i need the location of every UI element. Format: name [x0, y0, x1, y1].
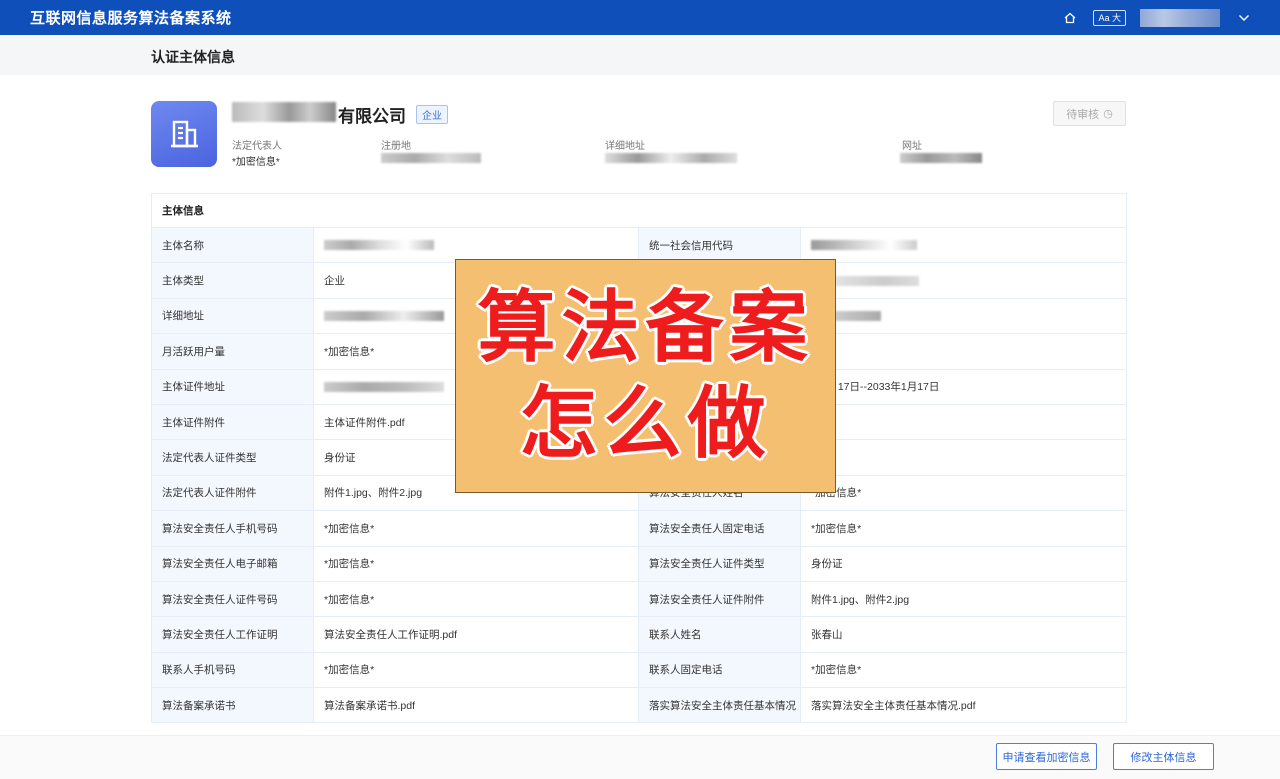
field-label: 算法安全责任人手机号码 — [151, 510, 314, 547]
field-label: 算法安全责任人电子邮箱 — [151, 545, 314, 582]
table-row: 算法安全责任人手机号码 *加密信息* 算法安全责任人固定电话 *加密信息* — [151, 510, 1127, 547]
field-value: *加密信息* — [313, 545, 639, 582]
field-label: 算法安全责任人证件号码 — [151, 580, 314, 618]
overlay-line-1: 算法备案 — [477, 283, 814, 373]
field-value — [313, 226, 639, 264]
field-value: *加密信息* — [800, 474, 1127, 512]
table-row: 联系人手机号码 *加密信息* 联系人固定电话 *加密信息* — [151, 651, 1127, 689]
field-value: 年1月17日--2033年1月17日 — [800, 368, 1127, 405]
field-label: 主体类型 — [151, 262, 314, 299]
section-title: 主体信息 — [151, 193, 1127, 228]
field-label: 法定代表人证件附件 — [151, 474, 314, 512]
overlay-banner: 算法备案 怎么做 — [455, 259, 836, 493]
top-bar: 互联网信息服务算法备案系统 Aa 大 — [0, 0, 1280, 35]
field-label: 算法安全责任人证件类型 — [638, 545, 801, 582]
entity-type-badge: 企业 — [416, 105, 448, 124]
field-value: 信息* — [800, 403, 1127, 441]
page-title: 认证主体信息 — [151, 49, 235, 65]
font-size-button[interactable]: Aa 大 — [1093, 9, 1126, 26]
field-label: 算法安全责任人工作证明 — [151, 616, 314, 653]
field-value: *加密信息* — [800, 651, 1127, 689]
field-label: 详细地址 — [151, 297, 314, 335]
field-value: *加密信息* — [313, 510, 639, 547]
address-label: 详细地址 — [605, 141, 645, 152]
edit-entity-button[interactable]: 修改主体信息 — [1113, 743, 1214, 770]
clock-icon: ◷ — [1103, 108, 1113, 120]
field-value: 信息* — [800, 439, 1127, 476]
website-label: 网址 — [902, 141, 922, 152]
company-name-blurred — [232, 102, 336, 122]
overlay-line-2: 怎么做 — [519, 379, 772, 469]
field-label: 主体证件地址 — [151, 368, 314, 405]
field-value: 执照 — [800, 333, 1127, 370]
registered-place-label: 注册地 — [381, 141, 411, 152]
blurred-value — [324, 381, 444, 392]
field-value: *加密信息* — [800, 510, 1127, 547]
page-header: 认证主体信息 — [0, 35, 1280, 75]
table-row: 算法安全责任人证件号码 *加密信息* 算法安全责任人证件附件 附件1.jpg、附件2.… — [151, 580, 1127, 618]
blurred-value — [324, 240, 434, 251]
company-name: 有限公司 — [338, 107, 406, 126]
field-label: 算法安全责任人证件附件 — [638, 580, 801, 618]
registered-place-blurred — [381, 153, 481, 163]
view-encrypted-button[interactable]: 申请查看加密信息 — [996, 743, 1097, 770]
website-blurred — [900, 153, 982, 163]
field-value: 附件1.jpg、附件2.jpg — [800, 580, 1127, 618]
field-value: *加密信息* — [313, 580, 639, 618]
table-row: 算法备案承诺书 算法备案承诺书.pdf 落实算法安全主体责任基本情况 落实算法安全主体… — [151, 687, 1127, 724]
app-title: 互联网信息服务算法备案系统 — [30, 10, 232, 27]
field-label: 算法备案承诺书 — [151, 687, 314, 724]
field-label: 法定代表人证件类型 — [151, 439, 314, 476]
field-label: 联系人姓名 — [638, 616, 801, 653]
field-label: 落实算法安全主体责任基本情况 — [638, 687, 801, 724]
chevron-down-icon[interactable] — [1238, 14, 1250, 22]
field-label: 算法安全责任人固定电话 — [638, 510, 801, 547]
field-value: *加密信息* — [313, 651, 639, 689]
field-value: 算法安全责任人工作证明.pdf — [313, 616, 639, 653]
field-label: 联系人手机号码 — [151, 651, 314, 689]
table-row: 算法安全责任人电子邮箱 *加密信息* 算法安全责任人证件类型 身份证 — [151, 545, 1127, 582]
field-label: 主体证件附件 — [151, 403, 314, 441]
field-label: 月活跃用户量 — [151, 333, 314, 370]
field-label: 联系人固定电话 — [638, 651, 801, 689]
field-value — [800, 262, 1127, 299]
home-icon[interactable] — [1063, 11, 1077, 25]
table-row: 主体名称 统一社会信用代码 — [151, 226, 1127, 264]
blurred-value — [811, 240, 917, 251]
legal-rep-label: 法定代表人 — [232, 141, 282, 152]
field-value — [800, 226, 1127, 264]
blurred-value — [324, 311, 444, 322]
field-value: 身份证 — [800, 545, 1127, 582]
top-bar-tools: Aa 大 — [1063, 0, 1250, 35]
field-value: 算法备案承诺书.pdf — [313, 687, 639, 724]
status-label: 待审核 — [1066, 108, 1100, 121]
field-value: 张春山 — [800, 616, 1127, 653]
field-value: 落实算法安全主体责任基本情况.pdf — [800, 687, 1127, 724]
legal-rep-value: *加密信息* — [232, 157, 280, 168]
user-name-blurred[interactable] — [1140, 8, 1220, 27]
table-row: 算法安全责任人工作证明 算法安全责任人工作证明.pdf 联系人姓名 张春山 — [151, 616, 1127, 653]
building-icon — [151, 101, 217, 167]
address-blurred — [605, 153, 737, 163]
field-label: 统一社会信用代码 — [638, 226, 801, 264]
status-button: 待审核 ◷ — [1053, 101, 1126, 126]
field-value — [800, 297, 1127, 335]
field-label: 主体名称 — [151, 226, 314, 264]
table-section-header: 主体信息 — [151, 193, 1127, 228]
